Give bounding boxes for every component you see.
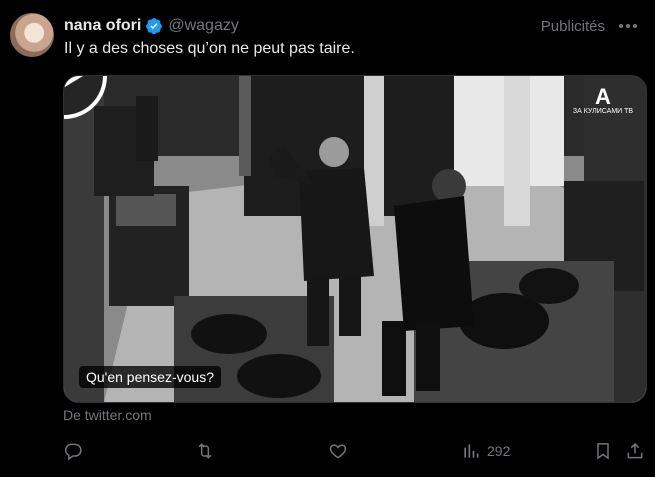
video-caption: Qu'en pensez-vous?: [79, 366, 221, 388]
tweet-header: nana ofori @wagazy Publicités: [64, 15, 637, 37]
retweet-icon: [198, 443, 212, 459]
verified-badge-icon: [146, 18, 163, 35]
retweet-button[interactable]: [195, 438, 215, 464]
author-name[interactable]: nana ofori: [64, 17, 141, 35]
video-player[interactable]: A ЗА КУЛИСАМИ ТВ Qu'en pensez-vous?: [63, 75, 647, 403]
link-source[interactable]: De twitter.com: [63, 407, 152, 423]
play-icon[interactable]: [63, 75, 107, 119]
channel-watermark: A ЗА КУЛИСАМИ ТВ: [572, 84, 634, 116]
bookmark-button[interactable]: [593, 438, 613, 464]
video-frame: [64, 76, 646, 402]
share-icon: [627, 442, 643, 459]
avatar[interactable]: [10, 13, 54, 57]
more-icon[interactable]: [619, 24, 637, 28]
views-button[interactable]: 292: [461, 438, 510, 464]
bookmark-icon: [597, 443, 609, 460]
action-bar: 292: [63, 438, 645, 464]
reply-icon: [64, 443, 82, 461]
views-count: 292: [487, 443, 511, 459]
reply-button[interactable]: [63, 438, 83, 464]
share-button[interactable]: [625, 438, 645, 464]
views-icon: [464, 444, 479, 458]
like-icon: [329, 444, 347, 459]
promoted-label: Publicités: [540, 17, 605, 35]
like-button[interactable]: [328, 438, 348, 464]
author-handle[interactable]: @wagazy: [168, 17, 239, 35]
tweet-text: Il y a des choses qu’on ne peut pas tair…: [64, 40, 355, 57]
